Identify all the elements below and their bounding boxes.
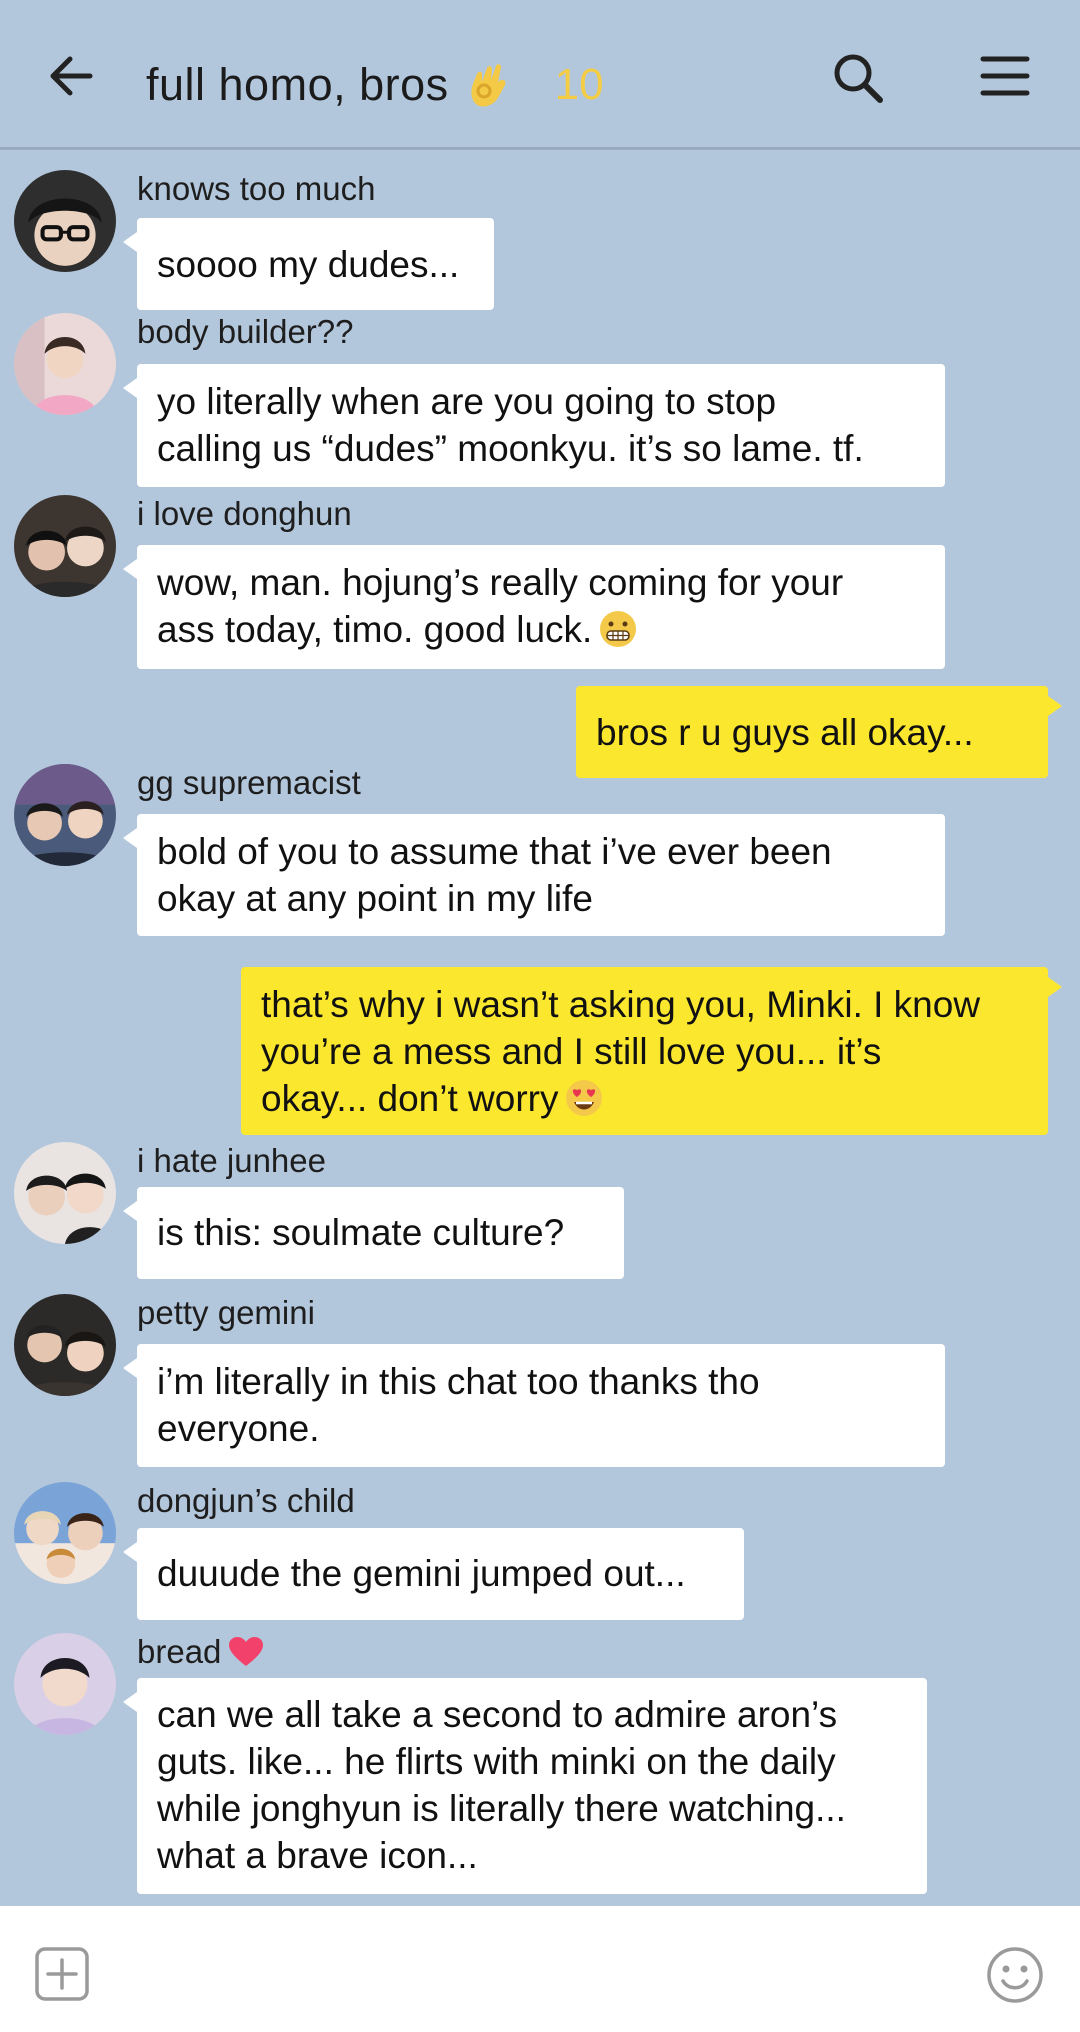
sender-name: i hate junhee: [137, 1142, 326, 1179]
message-text-line: bros r u guys all okay...: [596, 712, 974, 753]
avatar[interactable]: [14, 1294, 116, 1396]
sender-name: gg supremacist: [137, 764, 361, 801]
message-text-line: everyone.: [157, 1408, 320, 1449]
sender-name: body builder??: [137, 313, 354, 350]
member-count: 10: [554, 60, 604, 109]
message-text-line: bold of you to assume that i’ve ever bee…: [157, 831, 832, 872]
message-bubble[interactable]: bold of you to assume that i’ve ever bee…: [123, 814, 945, 936]
message-bubble[interactable]: yo literally when are you going to stop …: [123, 364, 945, 487]
message-bubble[interactable]: can we all take a second to admire aron’…: [123, 1678, 927, 1894]
message-text-line: okay... don’t worry: [261, 1075, 1028, 1122]
message-bubble[interactable]: is this: soulmate culture?: [123, 1187, 624, 1279]
message-text-line: soooo my dudes...: [157, 244, 460, 285]
grimacing-emoji-icon: [600, 611, 637, 648]
message-bubble[interactable]: i’m literally in this chat too thanks th…: [123, 1344, 945, 1467]
sender-name: i love donghun: [137, 495, 352, 532]
avatar[interactable]: [14, 764, 116, 866]
sender-name: dongjun’s child: [137, 1482, 355, 1519]
message-text-line: calling us “dudes” moonkyu. it’s so lame…: [157, 428, 864, 469]
sender-name: bread: [137, 1633, 264, 1671]
hamburger-menu-icon[interactable]: [980, 54, 1030, 98]
smiley-icon[interactable]: [986, 1946, 1044, 2004]
heart-icon: [229, 1637, 264, 1667]
chat-title: full homo, bros: [146, 59, 449, 110]
composer-bar: [0, 1906, 1080, 2032]
sender-name: knows too much: [137, 170, 376, 207]
sender-name-text: bread: [137, 1633, 222, 1670]
message-bubble[interactable]: wow, man. hojung’s really coming for you…: [123, 545, 945, 669]
chat-header: full homo, bros 10: [0, 0, 1080, 150]
message-text: okay... don’t worry: [261, 1078, 559, 1119]
message-text-line: yo literally when are you going to stop: [157, 381, 777, 422]
message-text-line: guts. like... he flirts with minki on th…: [157, 1741, 836, 1782]
avatar[interactable]: [14, 495, 116, 597]
message-text: ass today, timo. good luck.: [157, 609, 593, 650]
message-text-line: can we all take a second to admire aron’…: [157, 1694, 838, 1735]
outgoing-message-bubble[interactable]: bros r u guys all okay...: [576, 686, 1062, 778]
arrow-left-icon[interactable]: [46, 50, 98, 102]
avatar[interactable]: [14, 1142, 116, 1244]
avatar[interactable]: [14, 1482, 116, 1584]
message-text-line: that’s why i wasn’t asking you, Minki. I…: [261, 984, 981, 1025]
message-text-line: what a brave icon...: [157, 1835, 478, 1876]
message-bubble[interactable]: soooo my dudes...: [123, 218, 494, 310]
message-text-line: ass today, timo. good luck.: [157, 606, 925, 653]
avatar[interactable]: [14, 170, 116, 272]
avatar[interactable]: [14, 313, 116, 415]
search-icon[interactable]: [830, 50, 886, 106]
message-text-line: is this: soulmate culture?: [157, 1212, 565, 1253]
chat-title-group: full homo, bros 10: [146, 50, 604, 120]
message-text-line: you’re a mess and I still love you... it…: [261, 1031, 882, 1072]
message-bubble[interactable]: duuude the gemini jumped out...: [123, 1528, 744, 1620]
plus-box-icon[interactable]: [34, 1946, 90, 2002]
message-text-line: okay at any point in my life: [157, 878, 593, 919]
message-text-line: wow, man. hojung’s really coming for you…: [157, 562, 844, 603]
message-text-line: while jonghyun is literally there watchi…: [157, 1788, 846, 1829]
message-text-line: i’m literally in this chat too thanks th…: [157, 1361, 760, 1402]
heart-eyes-emoji-icon: [566, 1080, 603, 1117]
ok-hand-emoji-icon: [471, 64, 506, 107]
sender-name: petty gemini: [137, 1294, 315, 1331]
outgoing-message-bubble[interactable]: that’s why i wasn’t asking you, Minki. I…: [241, 967, 1062, 1135]
message-text-line: duuude the gemini jumped out...: [157, 1553, 686, 1594]
avatar[interactable]: [14, 1633, 116, 1735]
